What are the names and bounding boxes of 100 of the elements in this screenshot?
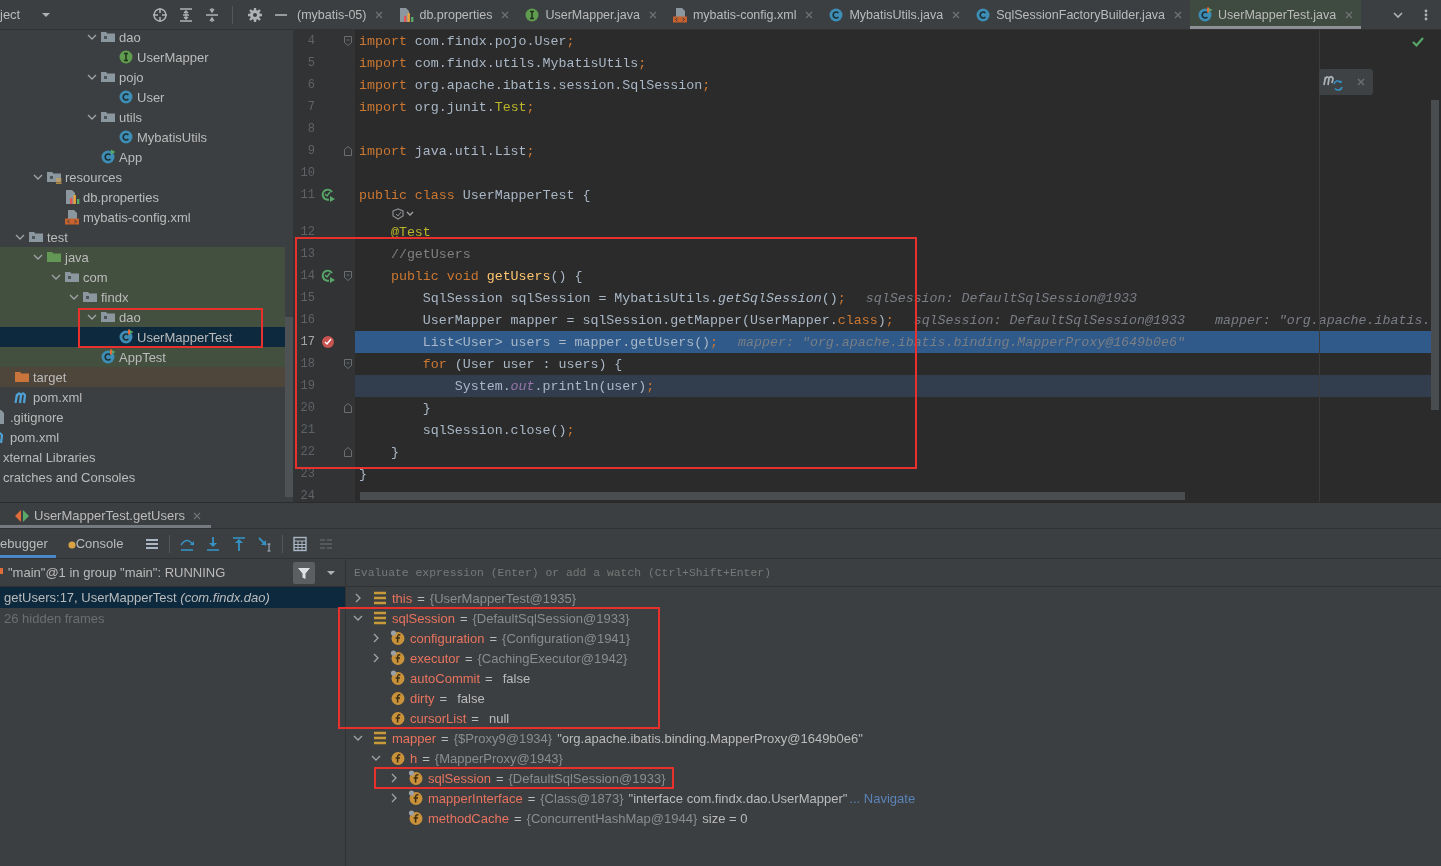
class-icon: [100, 149, 116, 165]
calculator-icon[interactable]: [292, 535, 309, 552]
class-icon: [828, 6, 845, 23]
variable-item[interactable]: autoCommit = false: [346, 668, 1441, 688]
panel-title[interactable]: ject: [0, 7, 21, 22]
tree-item[interactable]: pojo: [0, 67, 285, 87]
fold-marker-icon[interactable]: [343, 446, 353, 458]
tree-item[interactable]: dao: [0, 307, 285, 327]
crosshair-icon[interactable]: [152, 6, 168, 23]
folder-icon: [100, 109, 116, 125]
tree-item[interactable]: target: [0, 367, 285, 387]
variable-item[interactable]: dirty = false: [346, 688, 1441, 708]
folder-icon: [100, 69, 116, 85]
editor-tab[interactable]: SqlSessionFactoryBuilder.java: [968, 0, 1191, 29]
tree-item[interactable]: test: [0, 227, 285, 247]
check-icon: [1411, 35, 1425, 49]
code-line: import com.findx.utils.MybatisUtils;: [359, 55, 647, 71]
tree-item[interactable]: MybatisUtils: [0, 127, 285, 147]
run-to-cursor-icon[interactable]: [257, 535, 274, 552]
tree-item[interactable]: App: [0, 147, 285, 167]
variable-item[interactable]: this = {UserMapperTest@1935}: [346, 588, 1441, 608]
line-number: 17: [299, 335, 315, 349]
folder-icon: [64, 269, 80, 285]
fold-marker-icon[interactable]: [343, 270, 353, 282]
variable-item[interactable]: mapper = {$Proxy9@1934} "org.apache.ibatis.binding.MapperProxy@1649b0e6": [346, 728, 1441, 748]
code-line: public class UserMapperTest {: [359, 187, 591, 203]
tree-item[interactable]: pom.xml: [0, 427, 285, 447]
code-line: import com.findx.pojo.User;: [359, 33, 575, 49]
editor-tab[interactable]: UserMapper.java: [517, 0, 665, 29]
class-icon: [118, 89, 134, 105]
object-icon: [372, 590, 388, 606]
editor-tab[interactable]: (mybatis-05): [293, 0, 392, 29]
class-icon: [118, 129, 134, 145]
tree-item[interactable]: pom.xml: [0, 387, 285, 407]
tree-item[interactable]: User: [0, 87, 285, 107]
panel-tab[interactable]: ebugger: [0, 529, 56, 558]
code-line: for (User user : users) {: [421, 356, 623, 372]
variable-item[interactable]: sqlSession = {DefaultSqlSession@1933}: [346, 768, 1441, 788]
fold-marker-icon[interactable]: [343, 35, 353, 47]
tree-item[interactable]: UserMapperTest: [0, 327, 285, 347]
test-class-icon: [118, 329, 134, 345]
folder-icon: [28, 229, 44, 245]
code-line: UserMapper mapper = sqlSession.getMapper(UserMapper.class);: [421, 312, 894, 328]
scrollbar-thumb[interactable]: [285, 317, 293, 497]
run-icon[interactable]: [320, 187, 336, 203]
tree-item[interactable]: .gitignore: [0, 407, 285, 427]
variable-item[interactable]: mapperInterface = {Class@1873} "interface com.findx.dao.UserMapper"... Navigate: [346, 788, 1441, 808]
settings-icon[interactable]: [247, 6, 263, 23]
tree-item[interactable]: AppTest: [0, 347, 285, 367]
tree-item[interactable]: dao: [0, 30, 285, 47]
code-line: System.out.println(user);: [453, 378, 655, 394]
tree-item[interactable]: java: [0, 247, 285, 267]
tree-item[interactable]: com: [0, 267, 285, 287]
tree-item[interactable]: mybatis-config.xml: [0, 207, 285, 227]
variable-item[interactable]: h = {MapperProxy@1943}: [346, 748, 1441, 768]
thread-selector[interactable]: "main"@1 in group "main": RUNNING: [8, 565, 289, 580]
tree-item[interactable]: cratches and Consoles: [0, 467, 285, 487]
code-line: @Test: [389, 224, 431, 240]
reload-icon[interactable]: [1323, 73, 1345, 91]
fold-marker-icon[interactable]: [343, 402, 353, 414]
tree-item[interactable]: utils: [0, 107, 285, 127]
class-icon: [975, 6, 992, 23]
variable-item[interactable]: configuration = {Configuration@1941}: [346, 628, 1441, 648]
interface-icon: [524, 6, 541, 23]
xml-file-icon: [671, 6, 688, 23]
editor-tab[interactable]: UserMapperTest.java: [1190, 0, 1362, 29]
folder-icon: [46, 249, 62, 265]
frame-item[interactable]: getUsers:17, UserMapperTest (com.findx.dao): [0, 587, 345, 608]
horizontal-scrollbar[interactable]: [360, 492, 1185, 500]
expand-all-icon[interactable]: [178, 6, 194, 23]
tree-item[interactable]: findx: [0, 287, 285, 307]
editor-tab[interactable]: mybatis-config.xml: [664, 0, 822, 29]
tree-item[interactable]: resources: [0, 167, 285, 187]
filter-button[interactable]: [293, 561, 315, 584]
object-icon: [372, 610, 388, 626]
fold-marker-icon[interactable]: [343, 145, 353, 157]
code-line: import org.junit.Test;: [359, 99, 535, 115]
panel-tab[interactable]: Console: [63, 529, 132, 558]
session-tab[interactable]: UserMapperTest.getUsers: [0, 503, 211, 528]
fold-marker-icon[interactable]: [343, 358, 353, 370]
breakpoint-icon[interactable]: [321, 335, 335, 349]
collapse-all-icon[interactable]: [204, 6, 220, 23]
step-out-icon[interactable]: [231, 535, 248, 552]
variable-item[interactable]: methodCache = {ConcurrentHashMap@1944} size = 0: [346, 808, 1441, 828]
chart-file-icon: [64, 189, 80, 205]
tree-item[interactable]: UserMapper: [0, 47, 285, 67]
folder-icon: [82, 289, 98, 305]
step-into-icon[interactable]: [205, 535, 222, 552]
tree-item[interactable]: db.properties: [0, 187, 285, 207]
tree-item[interactable]: xternal Libraries: [0, 447, 285, 467]
variable-item[interactable]: executor = {CachingExecutor@1942}: [346, 648, 1441, 668]
variable-item[interactable]: cursorList = null: [346, 708, 1441, 728]
test-class-icon: [100, 349, 116, 365]
inlay-hint-icon[interactable]: [391, 207, 415, 220]
scrollbar-thumb[interactable]: [1431, 100, 1439, 410]
code-line: import java.util.List;: [359, 143, 535, 159]
variable-item[interactable]: sqlSession = {DefaultSqlSession@1933}: [346, 608, 1441, 628]
editor-tab[interactable]: MybatisUtils.java: [821, 0, 969, 29]
run-icon[interactable]: [320, 268, 336, 284]
editor-tab[interactable]: db.properties: [391, 0, 518, 29]
